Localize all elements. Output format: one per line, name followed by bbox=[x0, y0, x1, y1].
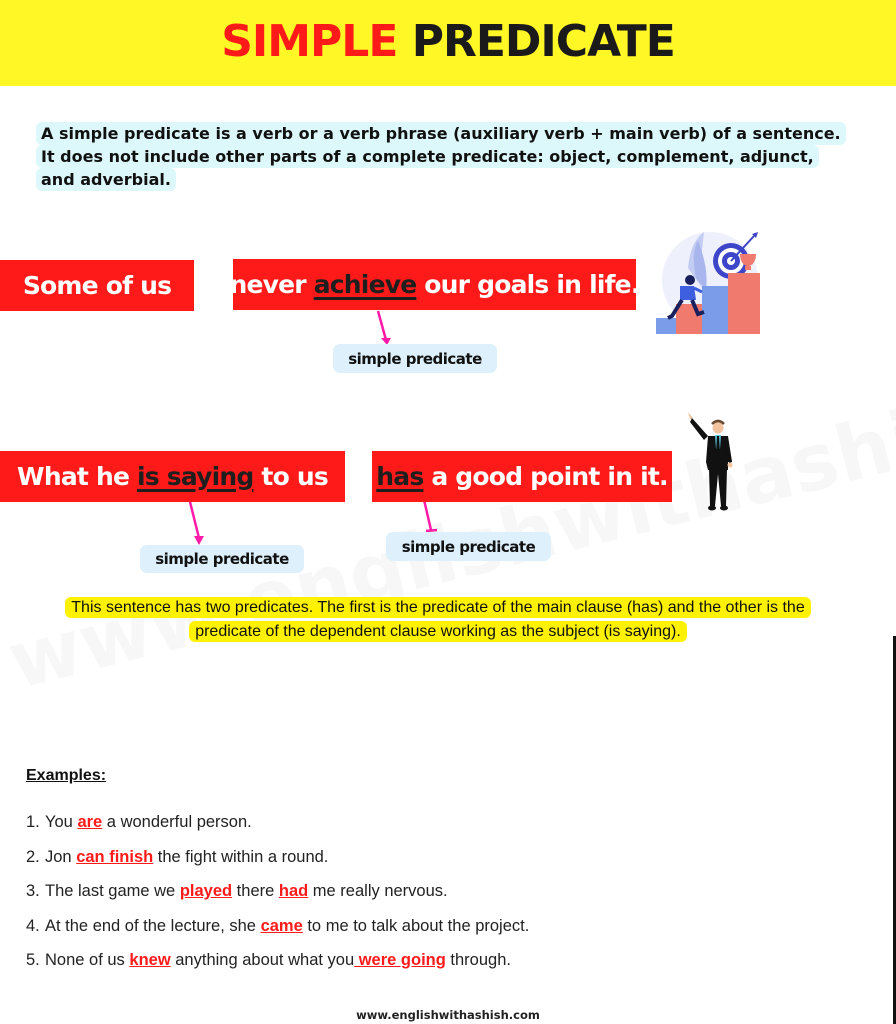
predicate-verb: had bbox=[278, 882, 309, 900]
example-text: me really nervous. bbox=[308, 882, 448, 900]
note-text: This sentence has two predicates. The fi… bbox=[65, 597, 811, 642]
predicate-verb: can finish bbox=[76, 847, 154, 866]
example-item: 4. At the end of the lecture, she came to… bbox=[26, 917, 529, 952]
explanation-note: This sentence has two predicates. The fi… bbox=[58, 596, 818, 644]
simple-predicate-tag-3: simple predicate bbox=[386, 532, 551, 561]
arrow-line-1 bbox=[376, 310, 388, 341]
page-title: SIMPLE PREDICATE bbox=[0, 14, 896, 70]
subject-text: Some of us bbox=[22, 271, 172, 300]
predicate-verb: knew bbox=[129, 951, 171, 969]
example-text: a wonderful person. bbox=[102, 813, 252, 831]
predicate-verb: played bbox=[179, 882, 233, 900]
simple-predicate-tag-1: simple predicate bbox=[333, 344, 497, 373]
simple-predicate-phrase: is saying bbox=[137, 462, 254, 491]
tag-text: simple predicate bbox=[348, 349, 482, 368]
subject-text-before: What he bbox=[17, 462, 138, 491]
predicate-box-1: never achieve our goals in life. bbox=[229, 259, 640, 310]
example-text: to me to talk about the project. bbox=[302, 916, 530, 935]
predicate-verb: were going bbox=[354, 951, 446, 969]
example-number: 5. bbox=[26, 951, 40, 969]
example-item: 3. The last game we played there had me r… bbox=[26, 882, 529, 917]
examples-heading: Examples: bbox=[26, 767, 107, 784]
predicate-text-after: a good point in it. bbox=[423, 462, 668, 491]
arrow-line-2 bbox=[188, 501, 201, 539]
example-item: 5. None of us knew anything about what yo… bbox=[26, 951, 529, 986]
businessman-pointing-icon bbox=[688, 412, 733, 511]
predicate-text-before: never bbox=[229, 270, 314, 299]
definition-box: A simple predicate is a verb or a verb p… bbox=[36, 122, 848, 191]
title-word-predicate: PREDICATE bbox=[411, 16, 676, 67]
example-item: 2. Jon can finish the fight within a roun… bbox=[26, 848, 529, 883]
example-text: The last game we bbox=[45, 882, 180, 900]
example-number: 3. bbox=[26, 882, 40, 900]
example-text: None of us bbox=[45, 951, 130, 969]
example-text: there bbox=[232, 882, 279, 900]
example-text: through. bbox=[445, 951, 511, 969]
footer-url: www.englishwithashish.com bbox=[356, 1008, 540, 1022]
person-climbing-stairs-to-target-icon bbox=[656, 232, 760, 334]
example-number: 4. bbox=[26, 916, 40, 935]
title-word-simple: SIMPLE bbox=[221, 16, 398, 67]
predicate-verb: came bbox=[260, 916, 303, 935]
simple-predicate-word: achieve bbox=[313, 270, 417, 299]
tag-text: simple predicate bbox=[401, 537, 536, 556]
simple-predicate-tag-2: simple predicate bbox=[140, 545, 304, 573]
subject-text-after: to us bbox=[253, 462, 328, 491]
subject-box-1: Some of us bbox=[0, 260, 194, 311]
subject-box-2: What he is saying to us bbox=[0, 451, 345, 502]
example-text: anything about what you bbox=[170, 951, 355, 969]
definition-text: A simple predicate is a verb or a verb p… bbox=[36, 122, 846, 191]
predicate-text-after: our goals in life. bbox=[416, 270, 640, 299]
arrow-head-2 bbox=[194, 536, 204, 545]
example-number: 1. bbox=[26, 813, 40, 831]
examples-list: 1. You are a wonderful person. 2. Jon can f… bbox=[26, 813, 529, 986]
predicate-box-2: has a good point in it. bbox=[372, 451, 672, 502]
example-number: 2. bbox=[26, 847, 40, 866]
example-text: Jon bbox=[45, 847, 77, 866]
predicate-verb: are bbox=[77, 813, 103, 831]
example-text: At the end of the lecture, she bbox=[45, 916, 261, 935]
title-banner: SIMPLE PREDICATE bbox=[0, 0, 896, 86]
example-text: You bbox=[45, 813, 78, 831]
example-text: the fight within a round. bbox=[153, 847, 329, 866]
example-item: 1. You are a wonderful person. bbox=[26, 813, 529, 848]
simple-predicate-word: has bbox=[376, 462, 424, 491]
tag-text: simple predicate bbox=[155, 550, 289, 568]
